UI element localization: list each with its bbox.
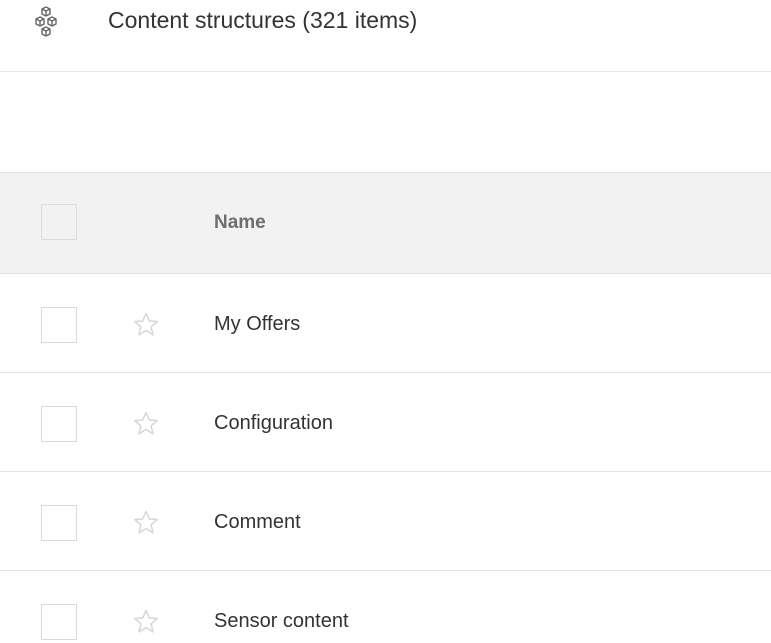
- star-icon[interactable]: [131, 508, 161, 538]
- table-header: Name: [0, 172, 771, 274]
- row-name[interactable]: My Offers: [214, 311, 300, 337]
- table-row[interactable]: Sensor content: [0, 571, 771, 643]
- star-icon[interactable]: [131, 310, 161, 340]
- content-structures-table: Name My Offers Configuration Comment Sen…: [0, 172, 771, 643]
- column-header-name[interactable]: Name: [214, 211, 266, 235]
- page-title: Content structures (321 items): [108, 7, 418, 33]
- row-name[interactable]: Sensor content: [214, 608, 349, 634]
- row-checkbox[interactable]: [41, 307, 77, 343]
- content-structures-icon: [35, 6, 57, 37]
- content-structures-page: Content structures (321 items) Name My O…: [0, 0, 771, 643]
- star-icon[interactable]: [131, 607, 161, 637]
- star-icon[interactable]: [131, 409, 161, 439]
- row-checkbox[interactable]: [41, 604, 77, 640]
- page-header: Content structures (321 items): [0, 0, 771, 72]
- select-all-checkbox[interactable]: [41, 204, 77, 240]
- table-row[interactable]: Configuration: [0, 373, 771, 472]
- table-row[interactable]: Comment: [0, 472, 771, 571]
- row-checkbox[interactable]: [41, 406, 77, 442]
- row-checkbox[interactable]: [41, 505, 77, 541]
- row-name[interactable]: Comment: [214, 509, 301, 535]
- table-row[interactable]: My Offers: [0, 274, 771, 373]
- row-name[interactable]: Configuration: [214, 410, 333, 436]
